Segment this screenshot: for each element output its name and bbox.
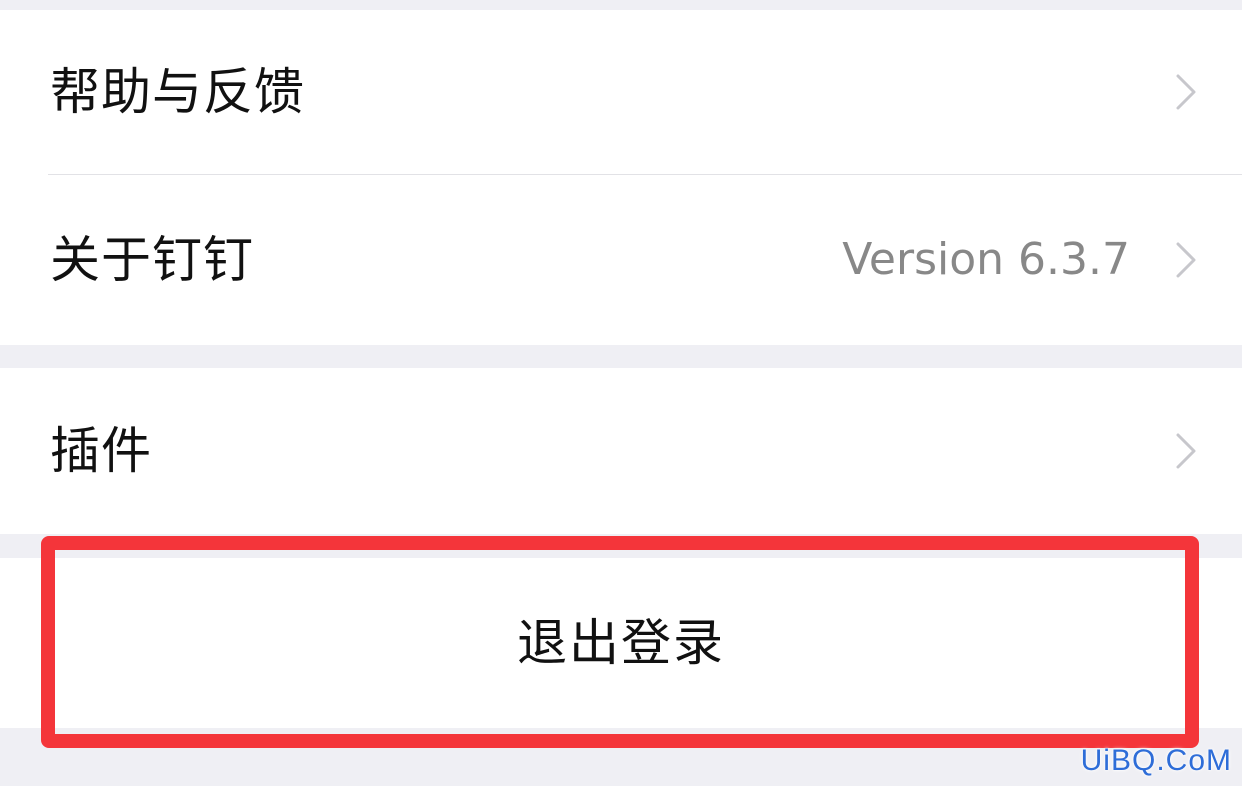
about-dingtalk-label: 关于钉钉 xyxy=(50,231,254,289)
logout-button[interactable]: 退出登录 xyxy=(0,558,1242,728)
chevron-right-icon xyxy=(1174,241,1198,279)
watermark-text: UiBQ.CoM xyxy=(1080,744,1232,777)
plugins-label: 插件 xyxy=(50,422,152,480)
logout-label: 退出登录 xyxy=(517,614,725,672)
help-feedback-label: 帮助与反馈 xyxy=(50,63,305,121)
chevron-right-icon xyxy=(1174,432,1198,470)
settings-screen: 帮助与反馈 关于钉钉 Version 6.3.7 插件 退出登录 UiBQ.Co… xyxy=(0,0,1242,786)
settings-group-logout: 退出登录 xyxy=(0,558,1242,728)
settings-group-plugins: 插件 xyxy=(0,368,1242,534)
plugins-row[interactable]: 插件 xyxy=(0,368,1242,534)
help-feedback-row[interactable]: 帮助与反馈 xyxy=(0,10,1242,174)
settings-group-info: 帮助与反馈 关于钉钉 Version 6.3.7 xyxy=(0,10,1242,345)
about-dingtalk-row[interactable]: 关于钉钉 Version 6.3.7 xyxy=(0,175,1242,345)
chevron-right-icon xyxy=(1174,73,1198,111)
version-value: Version 6.3.7 xyxy=(842,234,1130,285)
